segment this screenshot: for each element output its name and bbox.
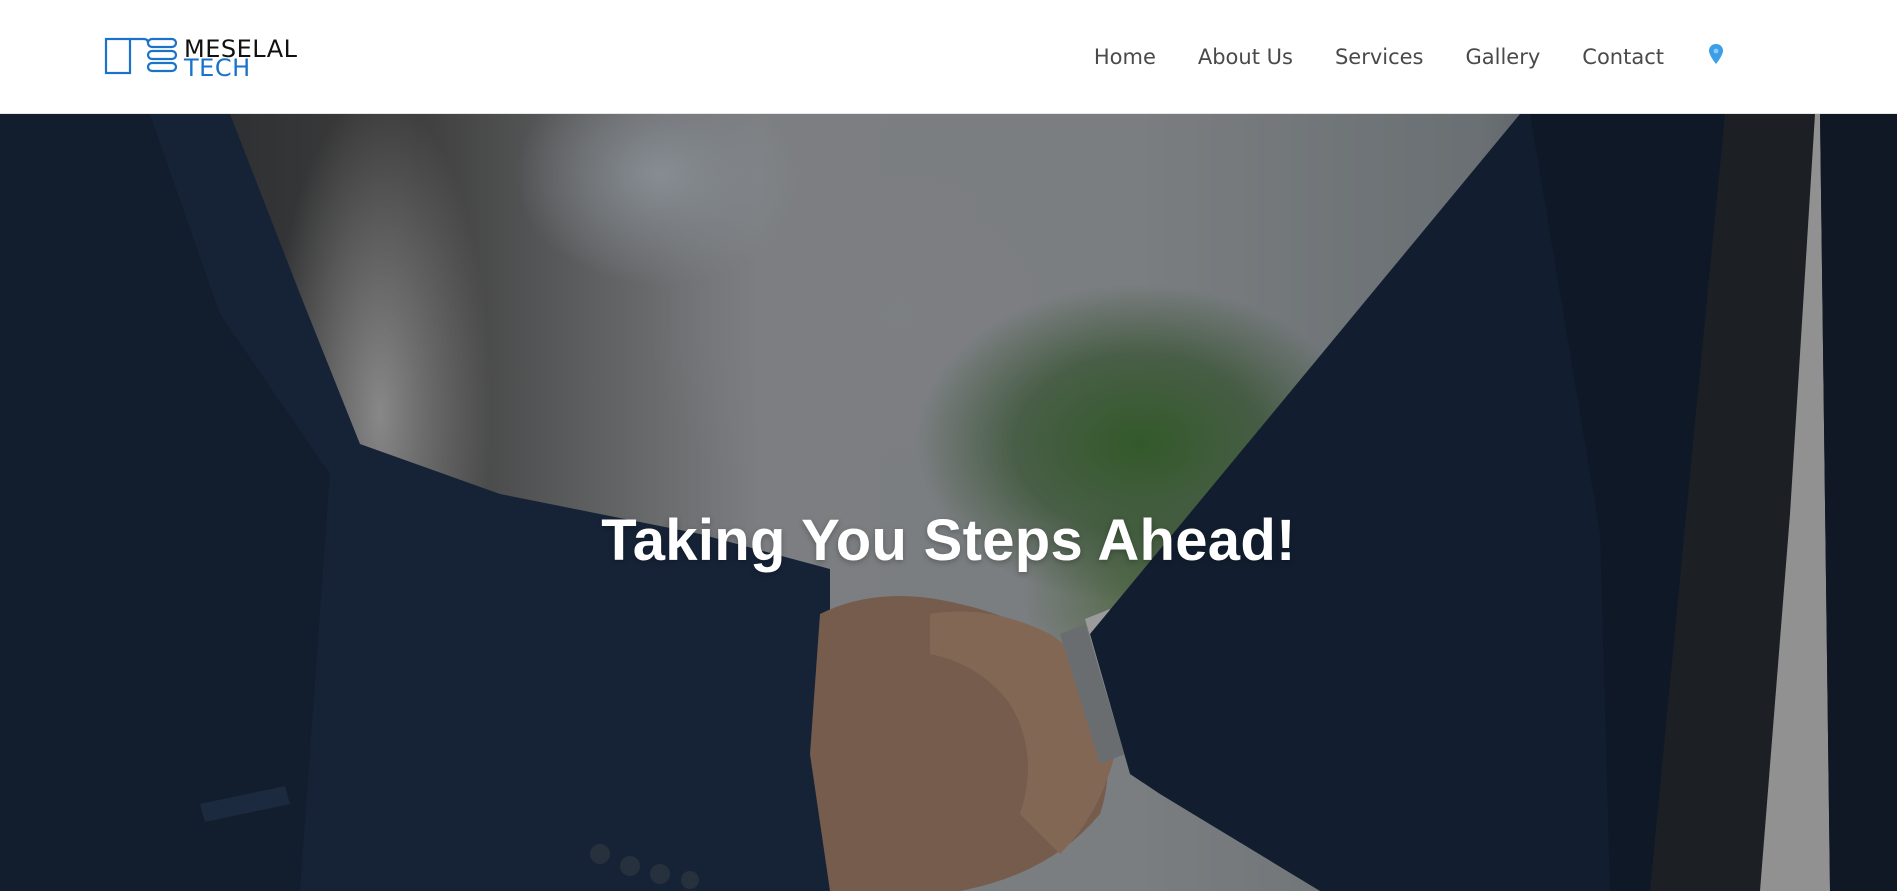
nav-item-home[interactable]: Home: [1094, 44, 1156, 70]
brand-logo[interactable]: MESELAL TECH: [104, 36, 319, 82]
hero-title: Taking You Steps Ahead!: [601, 508, 1296, 573]
nav-item-about-us[interactable]: About Us: [1198, 44, 1293, 70]
site-header: MESELAL TECH Home About Us Services Gall…: [0, 0, 1897, 114]
nav-item-services[interactable]: Services: [1335, 44, 1424, 70]
brand-name-line2: TECH: [184, 54, 251, 82]
logo-mark-icon: [104, 37, 178, 75]
nav-item-gallery[interactable]: Gallery: [1466, 44, 1541, 70]
hero-section: Taking You Steps Ahead!: [0, 114, 1897, 891]
main-nav: Home About Us Services Gallery Contact: [1094, 44, 1724, 70]
nav-item-contact[interactable]: Contact: [1582, 44, 1664, 70]
hero-dark-overlay: [0, 114, 1897, 891]
map-pin-icon[interactable]: [1708, 43, 1724, 67]
